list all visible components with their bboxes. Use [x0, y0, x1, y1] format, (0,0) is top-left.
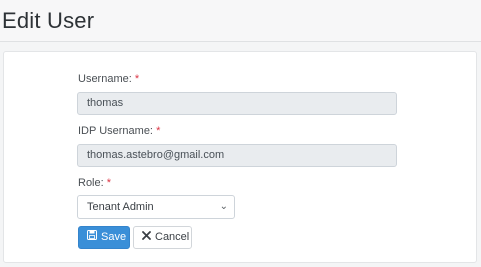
idp-username-label: IDP Username: *	[78, 125, 160, 137]
role-label: Role: *	[78, 177, 111, 189]
cancel-button[interactable]: Cancel	[133, 226, 192, 249]
floppy-disk-icon	[87, 227, 97, 248]
role-select-value: Tenant Admin	[87, 201, 154, 213]
idp-username-field[interactable]: thomas.astebro@gmail.com	[77, 144, 397, 167]
username-label: Username: *	[78, 73, 139, 85]
save-button[interactable]: Save	[78, 226, 130, 249]
page-title: Edit User	[2, 8, 95, 33]
required-mark: *	[156, 125, 161, 137]
required-mark: *	[134, 73, 140, 85]
chevron-down-icon: ⌄	[219, 201, 228, 212]
role-select[interactable]: Tenant Admin ⌄	[77, 195, 235, 219]
idp-username-label-text: IDP Username:	[78, 125, 153, 137]
username-field[interactable]: thomas	[77, 92, 397, 115]
role-label-text: Role:	[78, 177, 104, 189]
page-header: Edit User	[0, 0, 481, 42]
cancel-button-label: Cancel	[155, 231, 190, 243]
required-mark: *	[106, 177, 112, 189]
username-label-text: Username:	[78, 73, 132, 85]
save-button-label: Save	[101, 231, 127, 243]
close-icon	[142, 227, 151, 248]
